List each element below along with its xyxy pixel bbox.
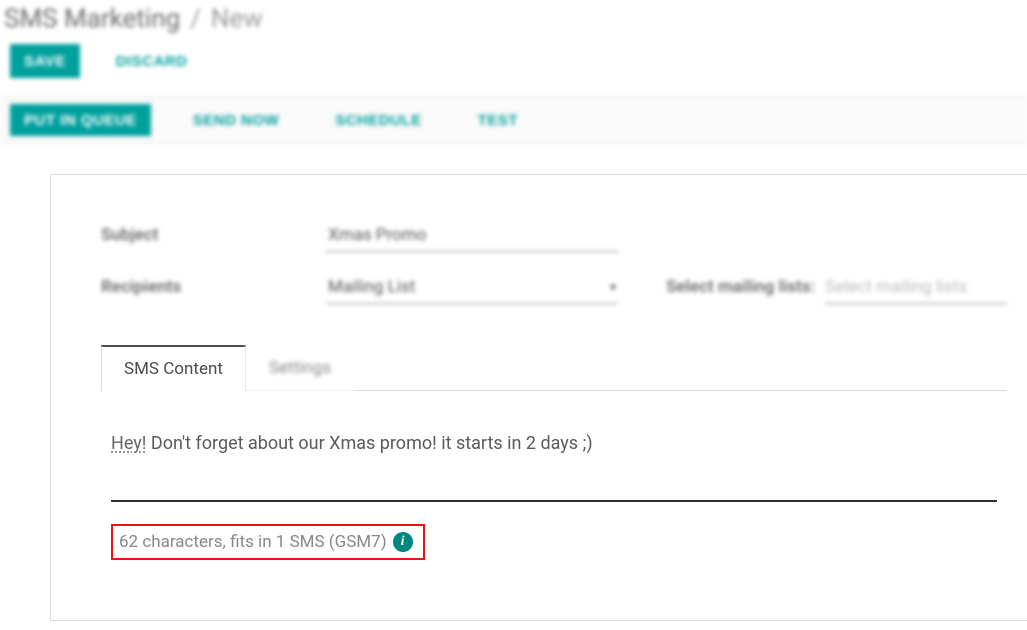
breadcrumb: SMS Marketing / New <box>0 0 1027 44</box>
sms-body-firstword: Hey! <box>111 433 146 454</box>
mailing-lists-placeholder: Select mailing lists <box>825 277 967 297</box>
info-icon[interactable]: i <box>393 532 413 552</box>
breadcrumb-separator: / <box>190 4 201 34</box>
save-button[interactable]: SAVE <box>10 44 80 78</box>
tabs: SMS Content Settings <box>101 344 1007 391</box>
sms-char-counter: 62 characters, fits in 1 SMS (GSM7) i <box>111 524 425 560</box>
put-in-queue-button[interactable]: PUT IN QUEUE <box>10 104 151 136</box>
sms-body-underline <box>111 500 997 502</box>
mailing-lists-label: Select mailing lists: <box>666 277 815 297</box>
recipients-value: Mailing List <box>328 277 415 297</box>
subject-input[interactable]: Xmas Promo <box>326 218 618 252</box>
status-bar: PUT IN QUEUE SEND NOW SCHEDULE TEST <box>0 96 1027 144</box>
edit-bar: SAVE DISCARD <box>0 44 1027 96</box>
schedule-button[interactable]: SCHEDULE <box>321 104 436 136</box>
send-now-button[interactable]: SEND NOW <box>179 104 294 136</box>
sms-char-counter-text: 62 characters, fits in 1 SMS (GSM7) <box>119 532 387 552</box>
form-sheet-wrap: Subject Xmas Promo Recipients Mailing Li… <box>0 144 1027 621</box>
sms-content-panel: Hey! Don't forget about our Xmas promo! … <box>101 391 1007 560</box>
recipients-label: Recipients <box>101 277 326 297</box>
breadcrumb-current: New <box>211 4 263 34</box>
subject-row: Subject Xmas Promo <box>101 218 1007 252</box>
chevron-down-icon: ▾ <box>610 280 616 294</box>
subject-label: Subject <box>101 225 326 245</box>
tab-sms-content[interactable]: SMS Content <box>101 345 246 391</box>
test-button[interactable]: TEST <box>464 104 532 136</box>
form-sheet: Subject Xmas Promo Recipients Mailing Li… <box>50 174 1027 621</box>
mailing-lists-input[interactable]: Select mailing lists <box>825 270 1007 304</box>
subject-value: Xmas Promo <box>328 225 426 245</box>
discard-button[interactable]: DISCARD <box>102 44 202 78</box>
tab-settings[interactable]: Settings <box>246 345 354 391</box>
sms-body-text[interactable]: Hey! Don't forget about our Xmas promo! … <box>111 431 997 456</box>
recipients-row: Recipients Mailing List ▾ Select mailing… <box>101 270 1007 304</box>
breadcrumb-root[interactable]: SMS Marketing <box>4 4 180 34</box>
recipients-select[interactable]: Mailing List ▾ <box>326 270 618 304</box>
sms-body-rest: Don't forget about our Xmas promo! it st… <box>146 433 592 454</box>
